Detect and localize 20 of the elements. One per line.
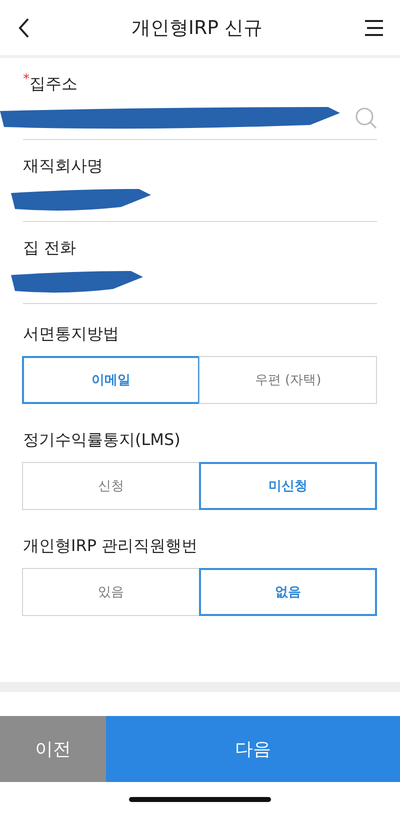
field-label: 집 전화: [23, 236, 78, 258]
back-icon: [18, 18, 30, 38]
field-label: *집주소: [23, 72, 78, 94]
section-label: 정기수익률통지(LMS): [23, 428, 182, 450]
previous-button[interactable]: 이전: [0, 716, 106, 782]
option-button[interactable]: 있음: [22, 568, 200, 616]
option-button[interactable]: 이메일: [22, 356, 200, 404]
field-label: 재직회사명: [23, 154, 104, 176]
menu-icon: [364, 20, 384, 36]
option-button[interactable]: 신청: [22, 462, 200, 510]
option-button[interactable]: 없음: [199, 568, 377, 616]
next-button[interactable]: 다음: [106, 716, 400, 782]
section-label: 개인형IRP 관리직원행번: [23, 534, 199, 556]
option-button[interactable]: 우편 (자택): [199, 356, 377, 404]
back-button[interactable]: [18, 18, 30, 38]
page-title: 개인형IRP 신규: [131, 16, 263, 40]
option-button[interactable]: 미신청: [199, 462, 377, 510]
menu-button[interactable]: [364, 20, 384, 36]
required-asterisk: *: [23, 72, 30, 87]
section-label: 서면통지방법: [23, 322, 120, 344]
